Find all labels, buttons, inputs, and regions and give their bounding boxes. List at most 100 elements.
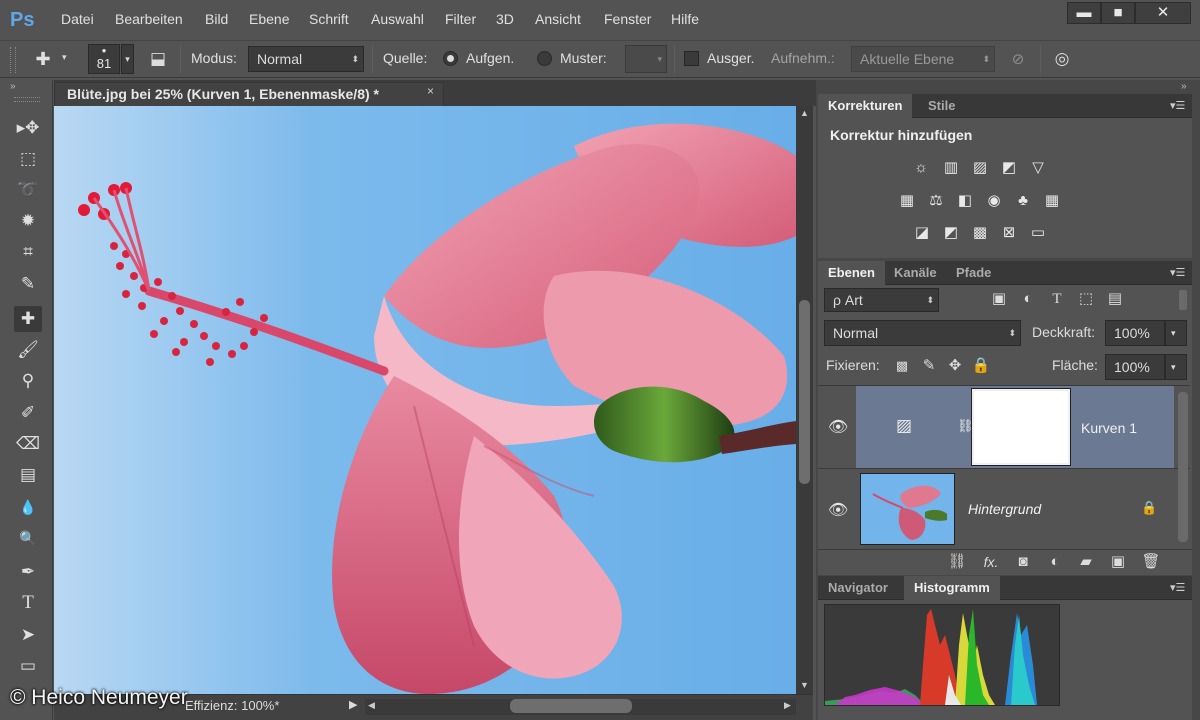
collapse-panels-icon[interactable]: »: [1181, 81, 1187, 92]
filter-toggle-switch[interactable]: [1179, 290, 1187, 310]
healing-brush-tool-icon[interactable]: ✚: [14, 306, 42, 332]
visibility-eye-icon[interactable]: 👁: [828, 417, 848, 437]
menu-schrift[interactable]: Schrift: [309, 11, 349, 27]
delete-layer-icon[interactable]: 🗑: [1140, 551, 1162, 573]
layer-name[interactable]: Kurven 1: [1081, 420, 1137, 436]
history-brush-tool-icon[interactable]: ✐: [14, 400, 42, 426]
close-tab-icon[interactable]: ×: [427, 84, 434, 98]
blend-mode-dropdown[interactable]: Normal ⬍: [824, 320, 1021, 346]
menu-bearbeiten[interactable]: Bearbeiten: [115, 11, 183, 27]
ausger-checkbox[interactable]: [684, 51, 699, 66]
pressure-size-icon[interactable]: ◎: [1050, 47, 1074, 71]
blur-tool-icon[interactable]: 💧: [14, 494, 42, 520]
menu-datei[interactable]: Datei: [61, 11, 94, 27]
preset-dropdown-arrow-icon[interactable]: ▾: [62, 52, 67, 63]
status-menu-arrow-icon[interactable]: ▶: [349, 698, 357, 711]
panel-menu-icon[interactable]: ▾☰: [1170, 581, 1185, 594]
layer-filter-dropdown[interactable]: ρ Art ⬍: [824, 288, 939, 312]
tab-pfade[interactable]: Pfade: [946, 261, 1001, 285]
photo-filter-icon[interactable]: ◉: [983, 192, 1005, 210]
brush-panel-toggle-icon[interactable]: ⬓: [145, 46, 171, 72]
opacity-slider-arrow-icon[interactable]: ▾: [1165, 320, 1187, 346]
background-layer-thumbnail[interactable]: [860, 473, 955, 545]
posterize-icon[interactable]: ◩: [940, 224, 962, 242]
horizontal-scroll-thumb[interactable]: [510, 699, 632, 713]
eraser-tool-icon[interactable]: ⌫: [14, 431, 42, 457]
lock-all-icon[interactable]: 🔒: [970, 355, 992, 377]
gradient-map-icon[interactable]: ▭: [1027, 224, 1049, 242]
modus-dropdown[interactable]: Normal ⬍: [248, 46, 364, 72]
options-grip[interactable]: [10, 47, 16, 73]
panel-menu-icon[interactable]: ▾☰: [1170, 99, 1185, 112]
menu-auswahl[interactable]: Auswahl: [371, 11, 424, 27]
muster-radio[interactable]: [537, 51, 552, 66]
maximize-button[interactable]: ■: [1101, 2, 1135, 24]
tab-navigator[interactable]: Navigator: [818, 576, 898, 600]
eyedropper-tool-icon[interactable]: ✎: [14, 271, 42, 297]
hue-saturation-icon[interactable]: ▦: [896, 192, 918, 210]
shape-tool-icon[interactable]: ▭: [14, 653, 42, 679]
vertical-scroll-thumb[interactable]: [799, 300, 810, 484]
scroll-right-arrow-icon[interactable]: ▶: [784, 700, 791, 711]
link-layers-icon[interactable]: ⛓: [946, 551, 968, 573]
document-tab[interactable]: Blüte.jpg bei 25% (Kurven 1, Ebenenmaske…: [54, 82, 444, 106]
move-tool-icon[interactable]: ▸✥: [14, 115, 42, 141]
filter-smart-objects-icon[interactable]: ▤: [1104, 288, 1126, 310]
opacity-input[interactable]: 100%: [1105, 320, 1165, 346]
close-window-button[interactable]: ✕: [1135, 2, 1191, 24]
channel-mixer-icon[interactable]: ♣: [1012, 192, 1034, 210]
new-adjustment-layer-icon[interactable]: ◐: [1044, 551, 1066, 573]
pen-tool-icon[interactable]: ✒: [14, 559, 42, 585]
brightness-contrast-icon[interactable]: ☼: [910, 159, 932, 177]
brush-size-dropdown-arrow-icon[interactable]: ▾: [121, 44, 134, 74]
color-balance-icon[interactable]: ⚖: [925, 192, 947, 210]
healing-brush-preset-icon[interactable]: ✚: [30, 46, 56, 72]
filter-type-layers-icon[interactable]: T: [1046, 288, 1068, 310]
visibility-eye-icon[interactable]: 👁: [828, 500, 848, 520]
dodge-tool-icon[interactable]: 🔍: [14, 525, 42, 551]
layer-name[interactable]: Hintergrund: [968, 501, 1041, 517]
tab-kanaele[interactable]: Kanäle: [884, 261, 947, 285]
filter-pixel-layers-icon[interactable]: ▣: [988, 288, 1010, 310]
levels-icon[interactable]: ▥: [940, 159, 962, 177]
aufnehm-dropdown[interactable]: Aktuelle Ebene ⬍: [851, 46, 995, 72]
scroll-up-arrow-icon[interactable]: ▲: [800, 108, 809, 118]
tab-histogramm[interactable]: Histogramm: [904, 576, 1000, 600]
add-mask-icon[interactable]: ◙: [1012, 551, 1034, 573]
menu-bild[interactable]: Bild: [205, 11, 228, 27]
pattern-picker[interactable]: ▾: [625, 45, 667, 73]
marquee-tool-icon[interactable]: ⬚: [14, 146, 42, 172]
menu-3d[interactable]: 3D: [496, 11, 514, 27]
panel-menu-icon[interactable]: ▾☰: [1170, 266, 1185, 279]
filter-adjustment-layers-icon[interactable]: ◐: [1017, 288, 1039, 310]
lasso-tool-icon[interactable]: ➰: [14, 177, 42, 203]
lock-image-pixels-icon[interactable]: ✎: [918, 355, 940, 377]
menu-filter[interactable]: Filter: [445, 11, 476, 27]
tab-stile[interactable]: Stile: [918, 94, 965, 118]
scroll-down-arrow-icon[interactable]: ▼: [800, 680, 809, 690]
menu-hilfe[interactable]: Hilfe: [671, 11, 699, 27]
black-white-icon[interactable]: ◧: [954, 192, 976, 210]
curves-icon[interactable]: ▨: [969, 159, 991, 177]
layers-scroll-thumb[interactable]: [1178, 392, 1188, 542]
tab-ebenen[interactable]: Ebenen: [818, 261, 885, 285]
minimize-button[interactable]: ▬: [1067, 2, 1101, 24]
menu-ebene[interactable]: Ebene: [249, 11, 289, 27]
scroll-left-arrow-icon[interactable]: ◀: [368, 700, 375, 711]
fill-slider-arrow-icon[interactable]: ▾: [1165, 354, 1187, 380]
magic-wand-tool-icon[interactable]: ✹: [14, 208, 42, 234]
new-group-icon[interactable]: ▰: [1075, 551, 1097, 573]
menu-fenster[interactable]: Fenster: [604, 11, 651, 27]
type-tool-icon[interactable]: T: [14, 590, 42, 616]
color-lookup-icon[interactable]: ▦: [1041, 192, 1063, 210]
tools-grip[interactable]: [14, 97, 40, 102]
ignore-adjustment-layers-icon[interactable]: ⊘: [1006, 48, 1030, 72]
lock-position-icon[interactable]: ✥: [944, 355, 966, 377]
gradient-tool-icon[interactable]: ▤: [14, 462, 42, 488]
path-selection-tool-icon[interactable]: ➤: [14, 622, 42, 648]
aufgen-radio[interactable]: [443, 51, 458, 66]
new-layer-icon[interactable]: ▣: [1107, 551, 1129, 573]
invert-icon[interactable]: ◪: [911, 224, 933, 242]
filter-shape-layers-icon[interactable]: ⬚: [1075, 288, 1097, 310]
collapse-tools-icon[interactable]: »: [10, 81, 16, 92]
